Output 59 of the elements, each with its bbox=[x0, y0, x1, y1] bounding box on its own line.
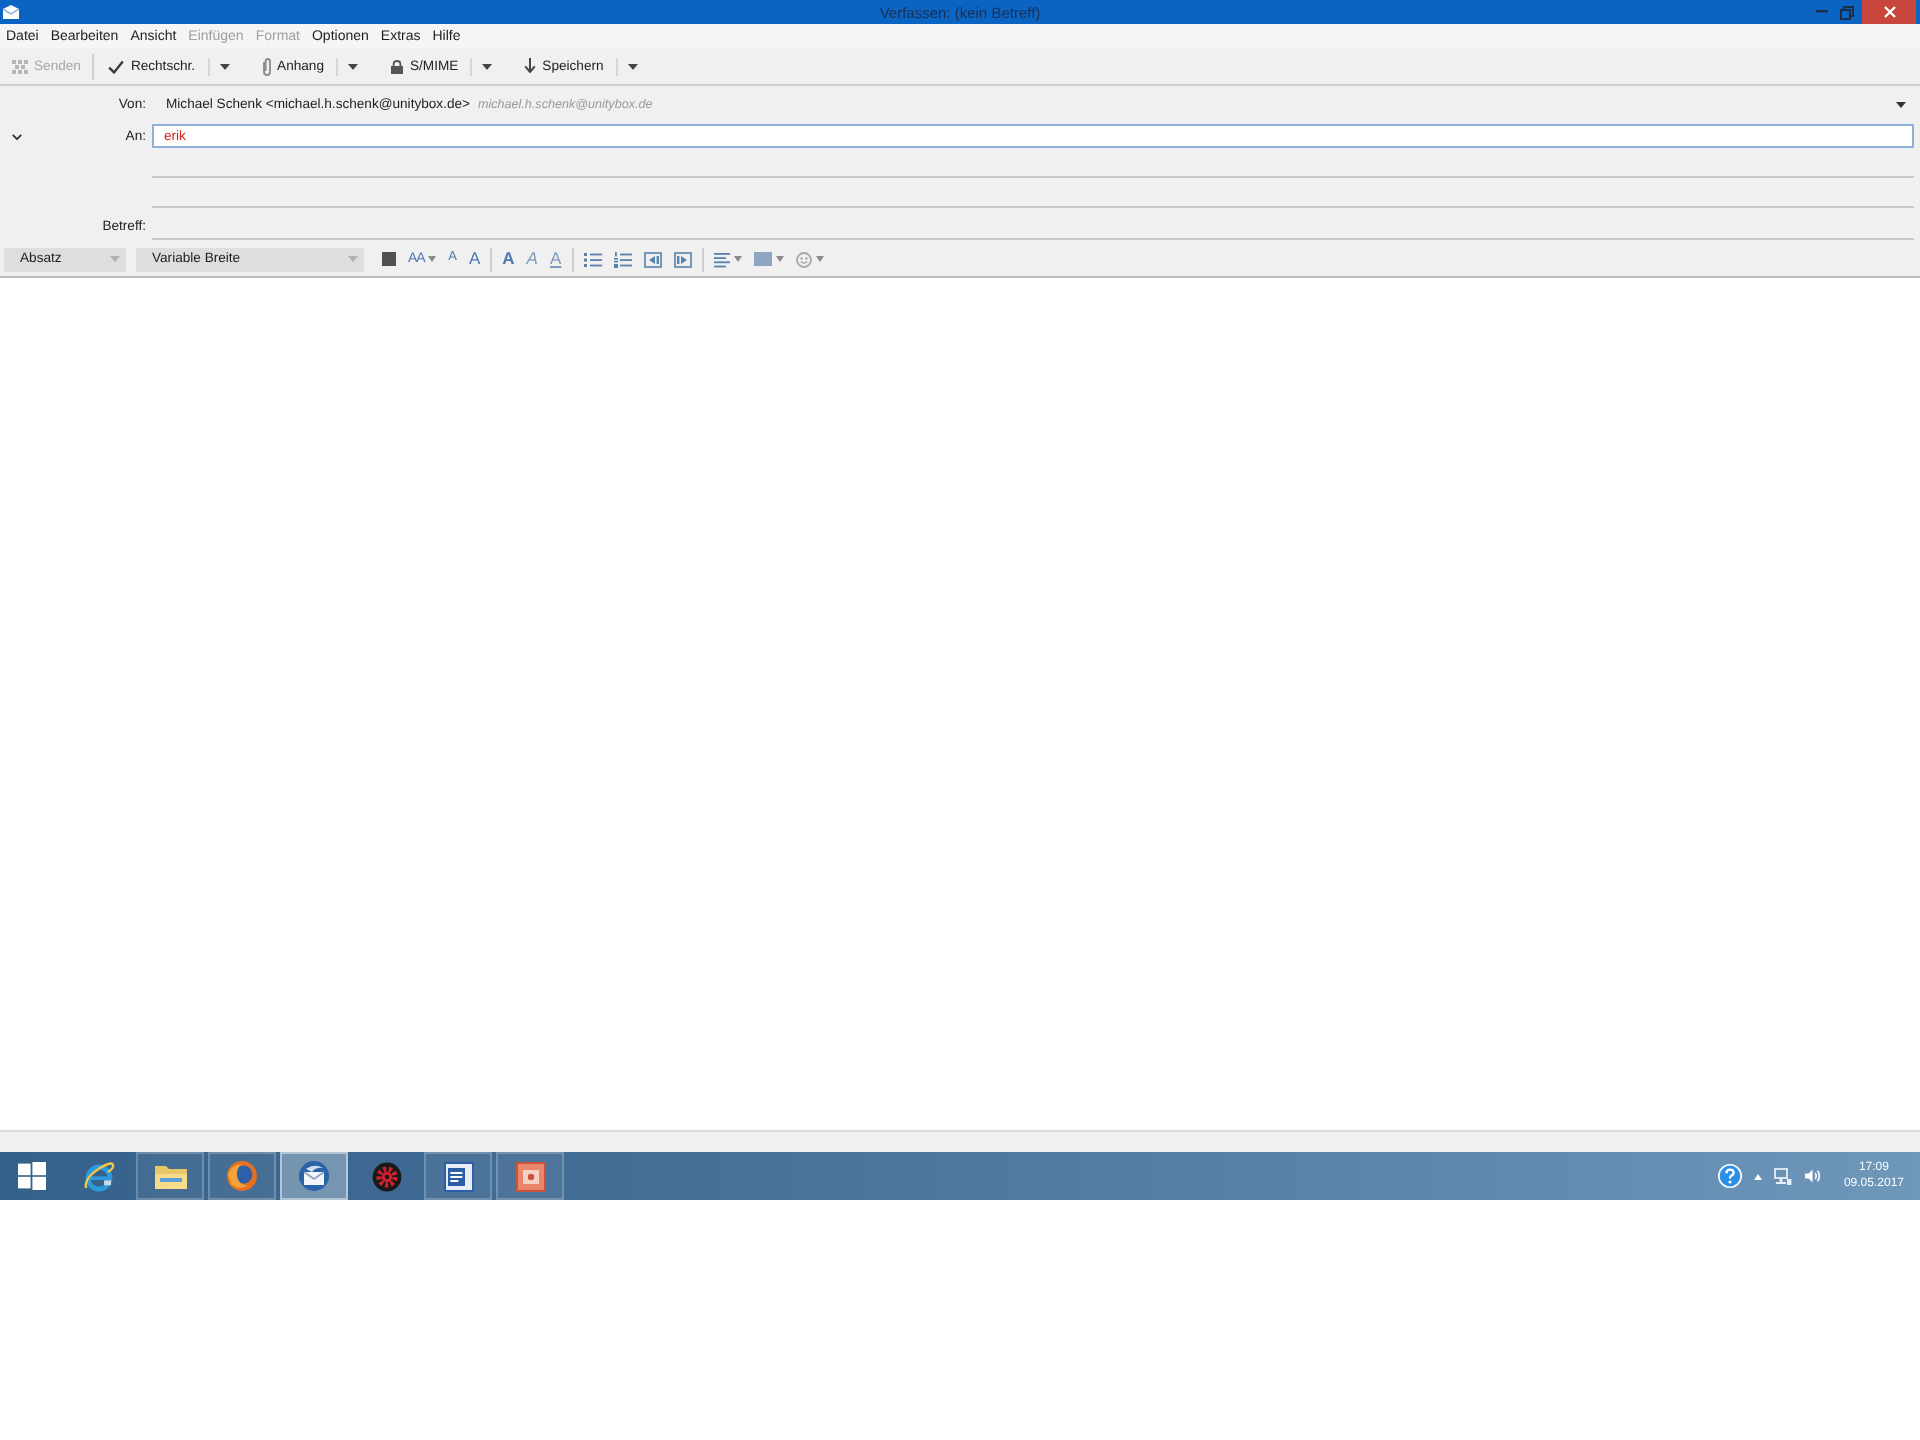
envelope-icon bbox=[2, 4, 20, 20]
numbered-list-button[interactable] bbox=[611, 247, 634, 271]
caret-up-icon[interactable] bbox=[1753, 1173, 1762, 1179]
bullet-list-icon bbox=[583, 251, 602, 267]
taskbar-button[interactable] bbox=[280, 1152, 348, 1200]
swoosh-ring-icon bbox=[81, 1159, 115, 1193]
numbered-list-icon bbox=[613, 251, 632, 267]
speaker-icon[interactable] bbox=[1803, 1168, 1822, 1184]
taskbar-button[interactable] bbox=[424, 1152, 492, 1200]
color-swatch-icon bbox=[382, 252, 396, 266]
caret-icon bbox=[219, 63, 230, 69]
indent-icon bbox=[673, 251, 692, 267]
text-color-button[interactable] bbox=[380, 247, 398, 271]
lock-icon bbox=[389, 59, 404, 73]
taskbar-button[interactable] bbox=[496, 1152, 564, 1200]
close-button[interactable] bbox=[1862, 0, 1916, 24]
restore-icon bbox=[1840, 5, 1854, 19]
caret-icon bbox=[110, 256, 120, 262]
insert-button[interactable] bbox=[751, 247, 786, 271]
gear-icon bbox=[371, 1161, 401, 1191]
check-icon bbox=[108, 59, 125, 73]
caret-icon bbox=[347, 63, 358, 69]
dropdown-button[interactable] bbox=[1896, 96, 1906, 113]
smiley-icon bbox=[795, 251, 812, 267]
taskbar-button[interactable] bbox=[136, 1152, 204, 1200]
mail-bird-icon bbox=[298, 1160, 330, 1192]
caret-icon bbox=[348, 256, 358, 262]
bullet-list-button[interactable] bbox=[581, 247, 604, 271]
dotted-grid-icon bbox=[12, 59, 28, 73]
caret-icon bbox=[775, 256, 784, 262]
bold-button[interactable]: A bbox=[500, 247, 517, 271]
outdent-button[interactable] bbox=[641, 247, 664, 271]
paperclip-icon bbox=[261, 57, 272, 75]
caret-icon bbox=[482, 63, 493, 69]
outdent-icon bbox=[643, 251, 662, 267]
align-button[interactable] bbox=[711, 247, 744, 271]
caret-icon bbox=[815, 256, 824, 262]
taskbar-button[interactable] bbox=[208, 1152, 276, 1200]
emoji-button[interactable] bbox=[793, 247, 826, 271]
align-icon bbox=[713, 251, 730, 267]
caret-icon bbox=[627, 63, 638, 69]
down-arrow-icon bbox=[524, 58, 537, 74]
caret-icon bbox=[428, 256, 437, 262]
restore-button[interactable] bbox=[1834, 0, 1860, 24]
tile-grid-icon bbox=[18, 1162, 46, 1190]
caret-icon bbox=[733, 256, 742, 262]
image-icon bbox=[753, 252, 772, 266]
indent-button[interactable] bbox=[671, 247, 694, 271]
slide-icon bbox=[515, 1161, 545, 1191]
folder-icon bbox=[153, 1162, 187, 1190]
network-icon[interactable] bbox=[1773, 1167, 1792, 1185]
chevron-down-icon bbox=[12, 133, 22, 140]
larger-text-button[interactable]: A bbox=[466, 247, 483, 271]
globe-icon bbox=[226, 1160, 258, 1192]
caret-icon bbox=[1896, 101, 1906, 108]
close-icon bbox=[1883, 6, 1895, 18]
document-icon bbox=[443, 1161, 473, 1191]
help-icon[interactable] bbox=[1717, 1164, 1742, 1188]
minimize-icon bbox=[1815, 10, 1827, 14]
